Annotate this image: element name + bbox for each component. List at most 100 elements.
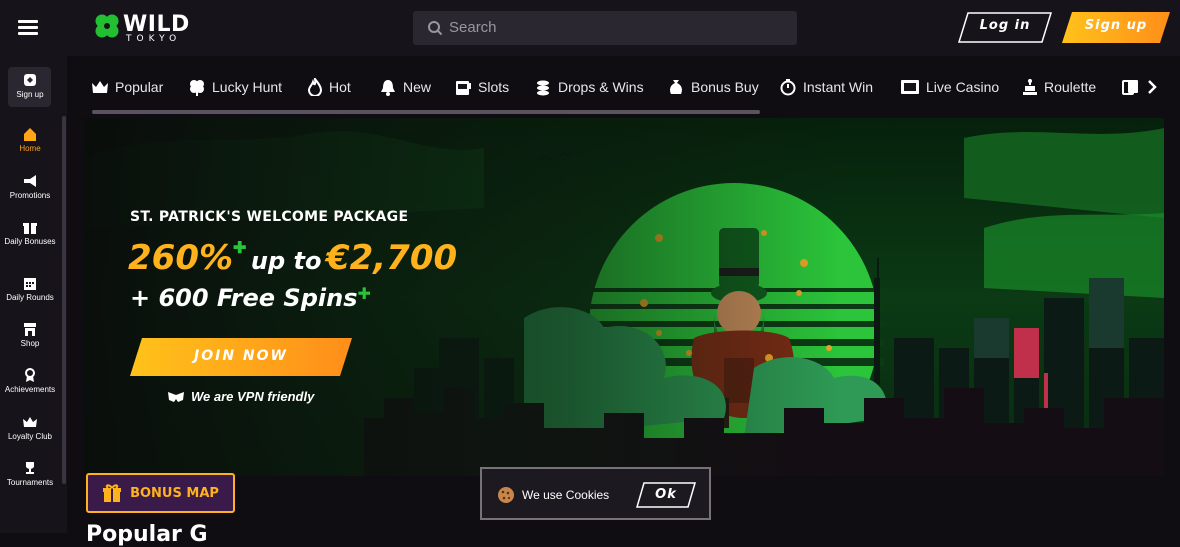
sidebar-item-label: Home [19, 144, 41, 153]
clover-icon [190, 80, 204, 96]
plus-clover-icon: ✚ [357, 284, 371, 303]
tab-label: Drops & Wins [558, 79, 644, 95]
megaphone-icon [24, 175, 36, 187]
tab-new[interactable]: New [379, 76, 431, 98]
cookie-ok-button[interactable]: Ok [636, 482, 696, 508]
tab-hot[interactable]: Hot [307, 76, 351, 98]
tab-label: Lucky Hunt [212, 79, 283, 95]
bell-icon [381, 80, 395, 96]
sidebar-item-label: Daily Rounds [6, 293, 54, 302]
logo-subtitle: TOKYO [126, 34, 182, 44]
crown-icon [92, 81, 108, 93]
cookie-banner: We use Cookies Ok [480, 467, 711, 520]
sidebar-item-daily-bonuses[interactable]: Daily Bonuses [0, 219, 60, 246]
trophy-icon [26, 462, 34, 474]
login-button[interactable]: Log in [958, 12, 1052, 43]
category-scrollbar[interactable] [92, 110, 760, 114]
calendar-icon [24, 278, 36, 290]
tab-popular[interactable]: Popular [91, 76, 163, 98]
vpn-note-text: We are VPN friendly [191, 389, 315, 404]
hero-amount: €2,700 [325, 238, 458, 278]
plus-clover-icon: ✚ [233, 240, 247, 257]
signup-icon [24, 74, 36, 86]
gift-icon [23, 223, 37, 234]
join-now-button[interactable]: JOIN NOW [130, 338, 352, 376]
clover-logo-icon [95, 14, 119, 38]
sidebar-item-tournaments[interactable]: Tournaments [0, 460, 60, 487]
tab-lucky-hunt[interactable]: Lucky Hunt [188, 76, 282, 98]
sidebar-item-home[interactable]: Home [0, 126, 60, 153]
search-input[interactable]: Search [413, 11, 797, 45]
top-bar: WILD TOKYO Search Log in Sign up [0, 0, 1180, 56]
join-now-label: JOIN NOW [194, 348, 288, 364]
sidebar: Sign up Home Promotions Daily Bonuses Da… [0, 56, 67, 533]
tab-slots[interactable]: Slots [454, 76, 509, 98]
tab-label: Bonus Buy [691, 79, 759, 95]
shop-icon [24, 323, 36, 336]
gift-icon [103, 484, 122, 502]
sidebar-item-promotions[interactable]: Promotions [0, 173, 60, 200]
sidebar-scrollbar[interactable] [62, 116, 66, 484]
sidebar-item-label: Shop [20, 339, 40, 348]
vpn-note: We are VPN friendly [167, 389, 314, 404]
stopwatch-icon [780, 79, 796, 96]
tab-drops-wins[interactable]: Drops & Wins [534, 76, 644, 98]
slot-machine-icon [456, 81, 471, 95]
cookie-text: We use Cookies [522, 488, 610, 502]
logo[interactable]: WILD TOKYO [92, 12, 189, 44]
cookie-ok-label: Ok [655, 487, 677, 502]
tab-label: Hot [329, 79, 351, 95]
login-label: Log in [979, 18, 1031, 33]
money-bag-icon [670, 80, 682, 94]
chevron-right-icon [1148, 80, 1157, 94]
sidebar-item-loyalty-club[interactable]: Loyalty Club [0, 414, 60, 441]
sidebar-item-label: Sign up [16, 90, 44, 99]
mask-icon [168, 391, 184, 402]
hero-percent: 260% [128, 238, 234, 278]
tab-instant-win[interactable]: Instant Win [779, 76, 873, 98]
sidebar-item-shop[interactable]: Shop [0, 321, 60, 348]
sidebar-item-achievements[interactable]: Achievements [0, 367, 60, 394]
tab-label: Roulette [1044, 79, 1097, 95]
category-nav: Popular Lucky Hunt Hot New Slots Drops &… [88, 70, 1164, 104]
bonus-map-label: BONUS MAP [130, 485, 219, 501]
tab-label: Slots [478, 79, 510, 95]
home-icon [24, 128, 36, 141]
hero-eyebrow: ST. PATRICK'S WELCOME PACKAGE [130, 209, 409, 225]
hero-offer-headline: 260%✚ up to €2,700 [128, 238, 457, 278]
cookie-icon [498, 487, 514, 503]
crown-icon [23, 417, 37, 427]
tab-label: Popular [115, 79, 164, 95]
cards-icon [1122, 80, 1138, 95]
sidebar-item-label: Daily Bonuses [4, 237, 56, 246]
signup-label: Sign up [1084, 18, 1148, 33]
roulette-icon [1023, 79, 1037, 95]
sidebar-item-label: Tournaments [6, 478, 54, 487]
signup-button[interactable]: Sign up [1062, 12, 1170, 43]
nav-next-button[interactable] [1146, 76, 1164, 98]
tab-live-casino[interactable]: Live Casino [900, 76, 999, 98]
search-placeholder: Search [449, 19, 497, 36]
sidebar-item-label: Promotions [9, 191, 51, 200]
tab-roulette[interactable]: Roulette [1022, 76, 1096, 98]
medal-icon [25, 368, 35, 382]
hero-up-to: up to [250, 247, 322, 275]
menu-icon[interactable] [18, 20, 38, 36]
section-heading: Popular G [86, 522, 208, 547]
bonus-map-button[interactable]: BONUS MAP [86, 473, 235, 513]
hero-free-spins-text: + 600 Free Spins [130, 284, 358, 312]
tab-label: Instant Win [803, 79, 874, 95]
live-icon [901, 80, 919, 94]
sidebar-item-daily-rounds[interactable]: Daily Rounds [0, 275, 60, 302]
tab-bonus-buy[interactable]: Bonus Buy [667, 76, 759, 98]
tab-label: New [403, 79, 432, 95]
tab-more-partial[interactable] [1121, 76, 1145, 98]
sidebar-item-label: Achievements [4, 385, 56, 394]
search-icon [428, 21, 443, 36]
sidebar-item-label: Loyalty Club [7, 432, 53, 441]
hero-free-spins: + 600 Free Spins✚ [130, 284, 371, 312]
flame-icon [307, 78, 323, 96]
sidebar-item-signup[interactable]: Sign up [0, 72, 60, 99]
coins-icon [537, 80, 549, 96]
tab-label: Live Casino [926, 79, 1000, 95]
